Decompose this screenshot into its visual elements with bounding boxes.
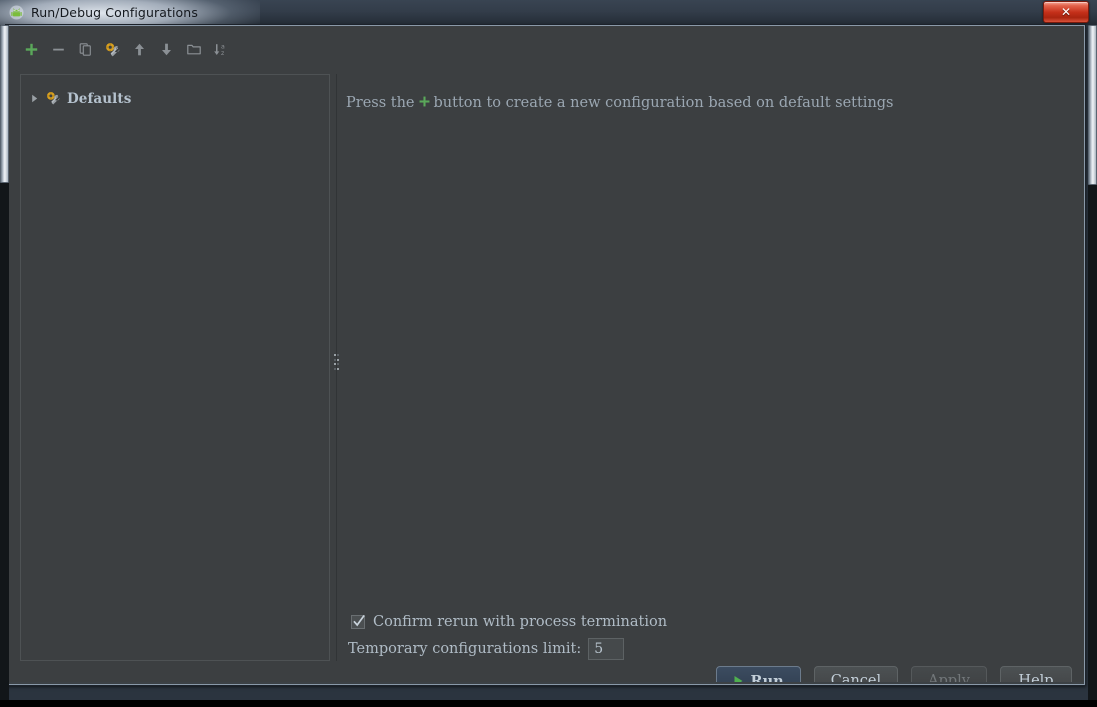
hint-suffix-text: button to create a new configuration bas… [433, 95, 894, 111]
confirm-rerun-checkbox-row[interactable]: Confirm rerun with process termination [351, 614, 667, 630]
tree-node-defaults[interactable]: Defaults [29, 88, 131, 109]
android-robot-icon [9, 5, 24, 20]
tree-node-label: Defaults [67, 90, 132, 107]
grip-dot [337, 367, 339, 370]
right-scrollbar-thumb[interactable] [1088, 25, 1097, 185]
temp-limit-row: Temporary configurations limit: [348, 638, 625, 660]
run-label-mnemonic: u [762, 672, 774, 683]
plus-icon [418, 95, 431, 113]
grip-dot [334, 354, 336, 356]
run-button-label: Run [751, 673, 784, 683]
configurations-toolbar: a z [20, 36, 232, 63]
plus-icon [25, 43, 38, 56]
grip-dot [337, 363, 339, 366]
grip-dot [337, 354, 339, 356]
add-configuration-button[interactable] [20, 38, 43, 61]
minus-icon [53, 48, 64, 51]
help-button[interactable]: Help [1000, 666, 1072, 682]
run-button[interactable]: Run [715, 666, 801, 683]
grip-dot-row [334, 363, 339, 366]
arrow-up-icon [135, 43, 144, 56]
grip-dot [334, 358, 336, 361]
copy-icon [79, 43, 91, 56]
remove-configuration-button[interactable] [47, 38, 70, 61]
tree-node-icon [46, 91, 61, 106]
configurations-tree-panel[interactable]: Defaults [20, 74, 330, 661]
svg-text:z: z [221, 50, 224, 57]
move-up-button[interactable] [128, 38, 151, 61]
desktop-bottom-strip [0, 700, 1097, 707]
dialog-button-bar: Run Cancel Apply Help [715, 666, 1072, 683]
sort-az-icon: a z [213, 44, 225, 57]
run-debug-configurations-window: Run/Debug Configurations ✕ a z Defaults … [0, 0, 1097, 700]
wrench-icon [105, 42, 120, 56]
help-button-label: Help [1018, 673, 1054, 682]
apply-button-label: Apply [928, 673, 970, 682]
splitter-grip-handle[interactable] [334, 354, 339, 370]
move-down-button[interactable] [155, 38, 178, 61]
copy-configuration-button[interactable] [74, 38, 97, 61]
apply-button: Apply [911, 666, 987, 682]
confirm-rerun-checkbox[interactable] [351, 615, 365, 629]
sort-configurations-button[interactable]: a z [209, 38, 232, 61]
create-folder-button[interactable] [182, 38, 205, 61]
play-icon [733, 675, 744, 682]
grip-dot-row [334, 354, 339, 356]
grip-dot-row [334, 358, 339, 361]
collapsed-triangle-icon[interactable] [29, 93, 40, 104]
grip-dot-row [334, 367, 339, 370]
grip-dot [334, 363, 336, 366]
empty-state-hint: Press the button to create a new configu… [346, 94, 894, 112]
temp-limit-label: Temporary configurations limit: [348, 641, 582, 657]
left-scrollbar-thumb[interactable] [0, 25, 9, 183]
checkmark-icon [353, 615, 365, 627]
close-window-button[interactable]: ✕ [1043, 1, 1089, 23]
edit-defaults-button[interactable] [101, 38, 124, 61]
window-titlebar[interactable]: Run/Debug Configurations ✕ [0, 0, 1097, 26]
grip-dot [337, 358, 339, 361]
cancel-button-label: Cancel [830, 673, 882, 682]
grip-dot [334, 367, 336, 370]
confirm-rerun-label: Confirm rerun with process termination [373, 614, 668, 630]
close-icon: ✕ [1060, 5, 1072, 19]
desktop-background: Run/Debug Configurations ✕ a z Defaults … [0, 0, 1097, 707]
folder-icon [186, 44, 201, 55]
titlebar-left-group: Run/Debug Configurations [9, 3, 198, 22]
run-label-after: n [773, 672, 784, 683]
temp-limit-input[interactable] [588, 638, 625, 660]
run-label-before: R [750, 672, 763, 683]
window-title: Run/Debug Configurations [31, 5, 198, 20]
arrow-down-icon [162, 43, 171, 56]
dialog-content: a z Defaults Press the button to create … [7, 26, 1084, 682]
cancel-button[interactable]: Cancel [813, 666, 899, 682]
hint-prefix-text: Press the [346, 95, 415, 111]
